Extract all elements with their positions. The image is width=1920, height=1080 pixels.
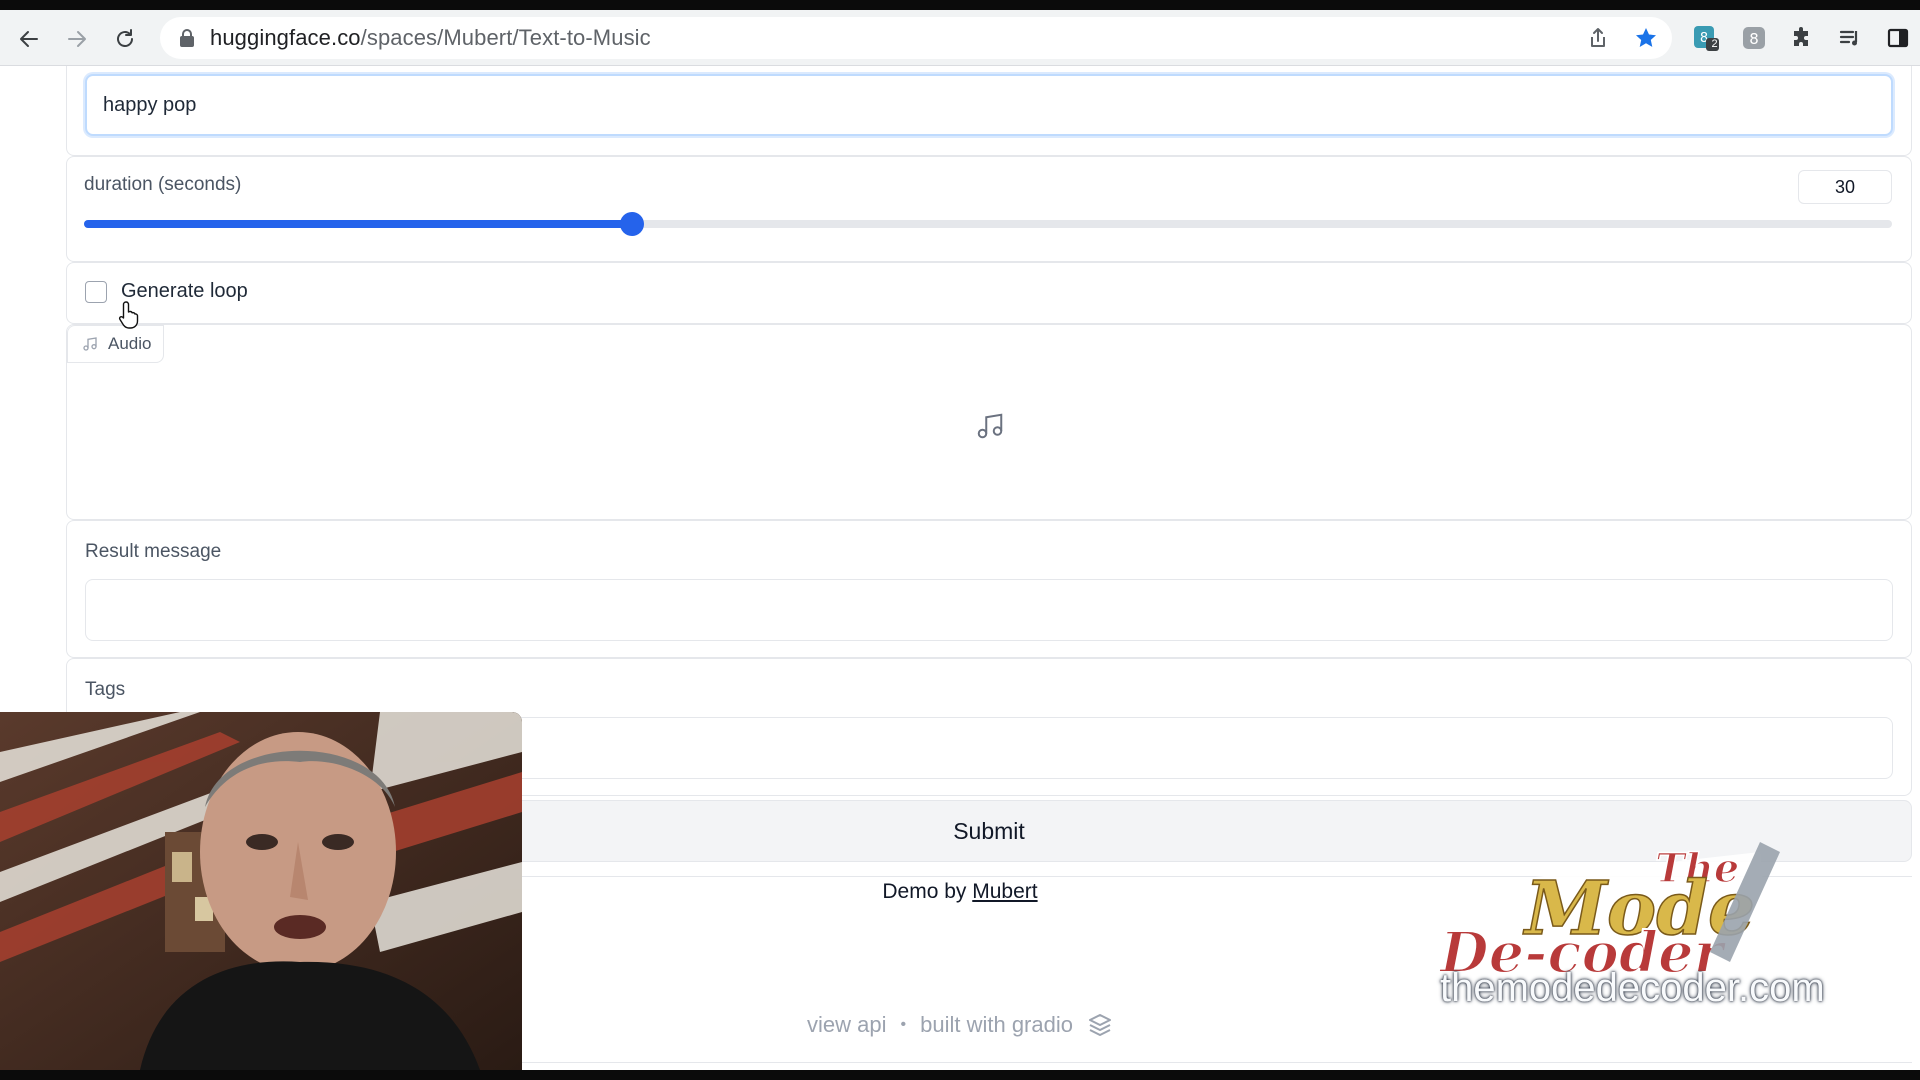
built-with-gradio-link[interactable]: built with gradio bbox=[920, 1012, 1073, 1038]
window-bottom-edge bbox=[0, 1070, 1920, 1080]
arrow-left-icon bbox=[20, 31, 38, 47]
prompt-block: happy pop bbox=[66, 66, 1912, 156]
audio-output: Audio bbox=[66, 324, 1912, 520]
mubert-link[interactable]: Mubert bbox=[972, 880, 1037, 903]
gradio-logo-icon bbox=[1088, 1014, 1111, 1036]
window-top-edge bbox=[0, 0, 1920, 10]
share-icon[interactable] bbox=[1586, 26, 1610, 50]
duration-label-text: duration (seconds) bbox=[84, 174, 242, 195]
tags-label: Tags bbox=[85, 679, 126, 700]
extension-button-1[interactable]: 8 2 bbox=[1692, 24, 1720, 52]
playlist-icon bbox=[1839, 30, 1858, 46]
side-panel-icon bbox=[1887, 28, 1909, 48]
audio-label-tag: Audio bbox=[67, 325, 165, 363]
duration-slider-thumb[interactable] bbox=[619, 212, 644, 236]
loop-block: Generate loop bbox=[66, 262, 1912, 324]
duration-block bbox=[66, 156, 1912, 262]
lock-icon bbox=[180, 29, 194, 47]
url-path: /spaces/Mubert/Text-to-Music bbox=[360, 25, 651, 50]
webcam-overlay bbox=[0, 712, 522, 1070]
arrow-right-icon bbox=[68, 31, 86, 47]
url-host: huggingface.co bbox=[210, 25, 361, 50]
audio-label: Audio bbox=[108, 334, 152, 353]
extension-badge-count: 2 bbox=[1711, 38, 1718, 50]
webcam-presenter-image bbox=[0, 712, 522, 1070]
footer-separator: • bbox=[900, 1016, 907, 1033]
watermark-url: themodedecoder.com bbox=[1440, 966, 1825, 1010]
svg-text:8: 8 bbox=[1749, 30, 1759, 48]
result-block: Result message bbox=[66, 520, 1912, 658]
result-message-box[interactable] bbox=[85, 579, 1893, 641]
loop-checkbox[interactable] bbox=[85, 281, 107, 303]
media-controls-button[interactable] bbox=[1836, 24, 1864, 52]
prompt-input[interactable]: happy pop bbox=[85, 74, 1893, 136]
address-bar[interactable]: huggingface.co/spaces/Mubert/Text-to-Mus… bbox=[160, 17, 1672, 59]
bookmark-star-icon[interactable] bbox=[1634, 26, 1658, 50]
forward-button[interactable] bbox=[62, 24, 92, 54]
view-api-link[interactable]: view api bbox=[807, 1012, 886, 1038]
prompt-input-value: happy pop bbox=[103, 94, 197, 116]
browser-toolbar: huggingface.co/spaces/Mubert/Text-to-Mus… bbox=[0, 10, 1920, 66]
demo-credit-prefix: Demo by bbox=[882, 880, 967, 903]
back-button[interactable] bbox=[14, 24, 44, 54]
result-label: Result message bbox=[85, 541, 222, 562]
reload-button[interactable] bbox=[110, 24, 140, 54]
extension-8-icon: 8 bbox=[1743, 27, 1765, 49]
music-note-icon bbox=[83, 337, 97, 351]
extension-button-2[interactable]: 8 bbox=[1740, 24, 1768, 52]
duration-number-input[interactable]: 30 bbox=[1798, 170, 1892, 204]
hand-cursor-icon bbox=[118, 301, 139, 329]
duration-slider[interactable] bbox=[84, 212, 1892, 236]
reload-icon bbox=[117, 29, 133, 47]
duration-slider-fill bbox=[84, 220, 632, 228]
side-panel-button[interactable] bbox=[1884, 24, 1912, 52]
page-bottom-divider bbox=[510, 1062, 1912, 1063]
puzzle-piece-icon bbox=[1794, 27, 1808, 46]
music-placeholder-icon bbox=[977, 413, 1003, 439]
extensions-button[interactable] bbox=[1788, 24, 1816, 52]
url-text[interactable]: huggingface.co/spaces/Mubert/Text-to-Mus… bbox=[210, 17, 651, 59]
